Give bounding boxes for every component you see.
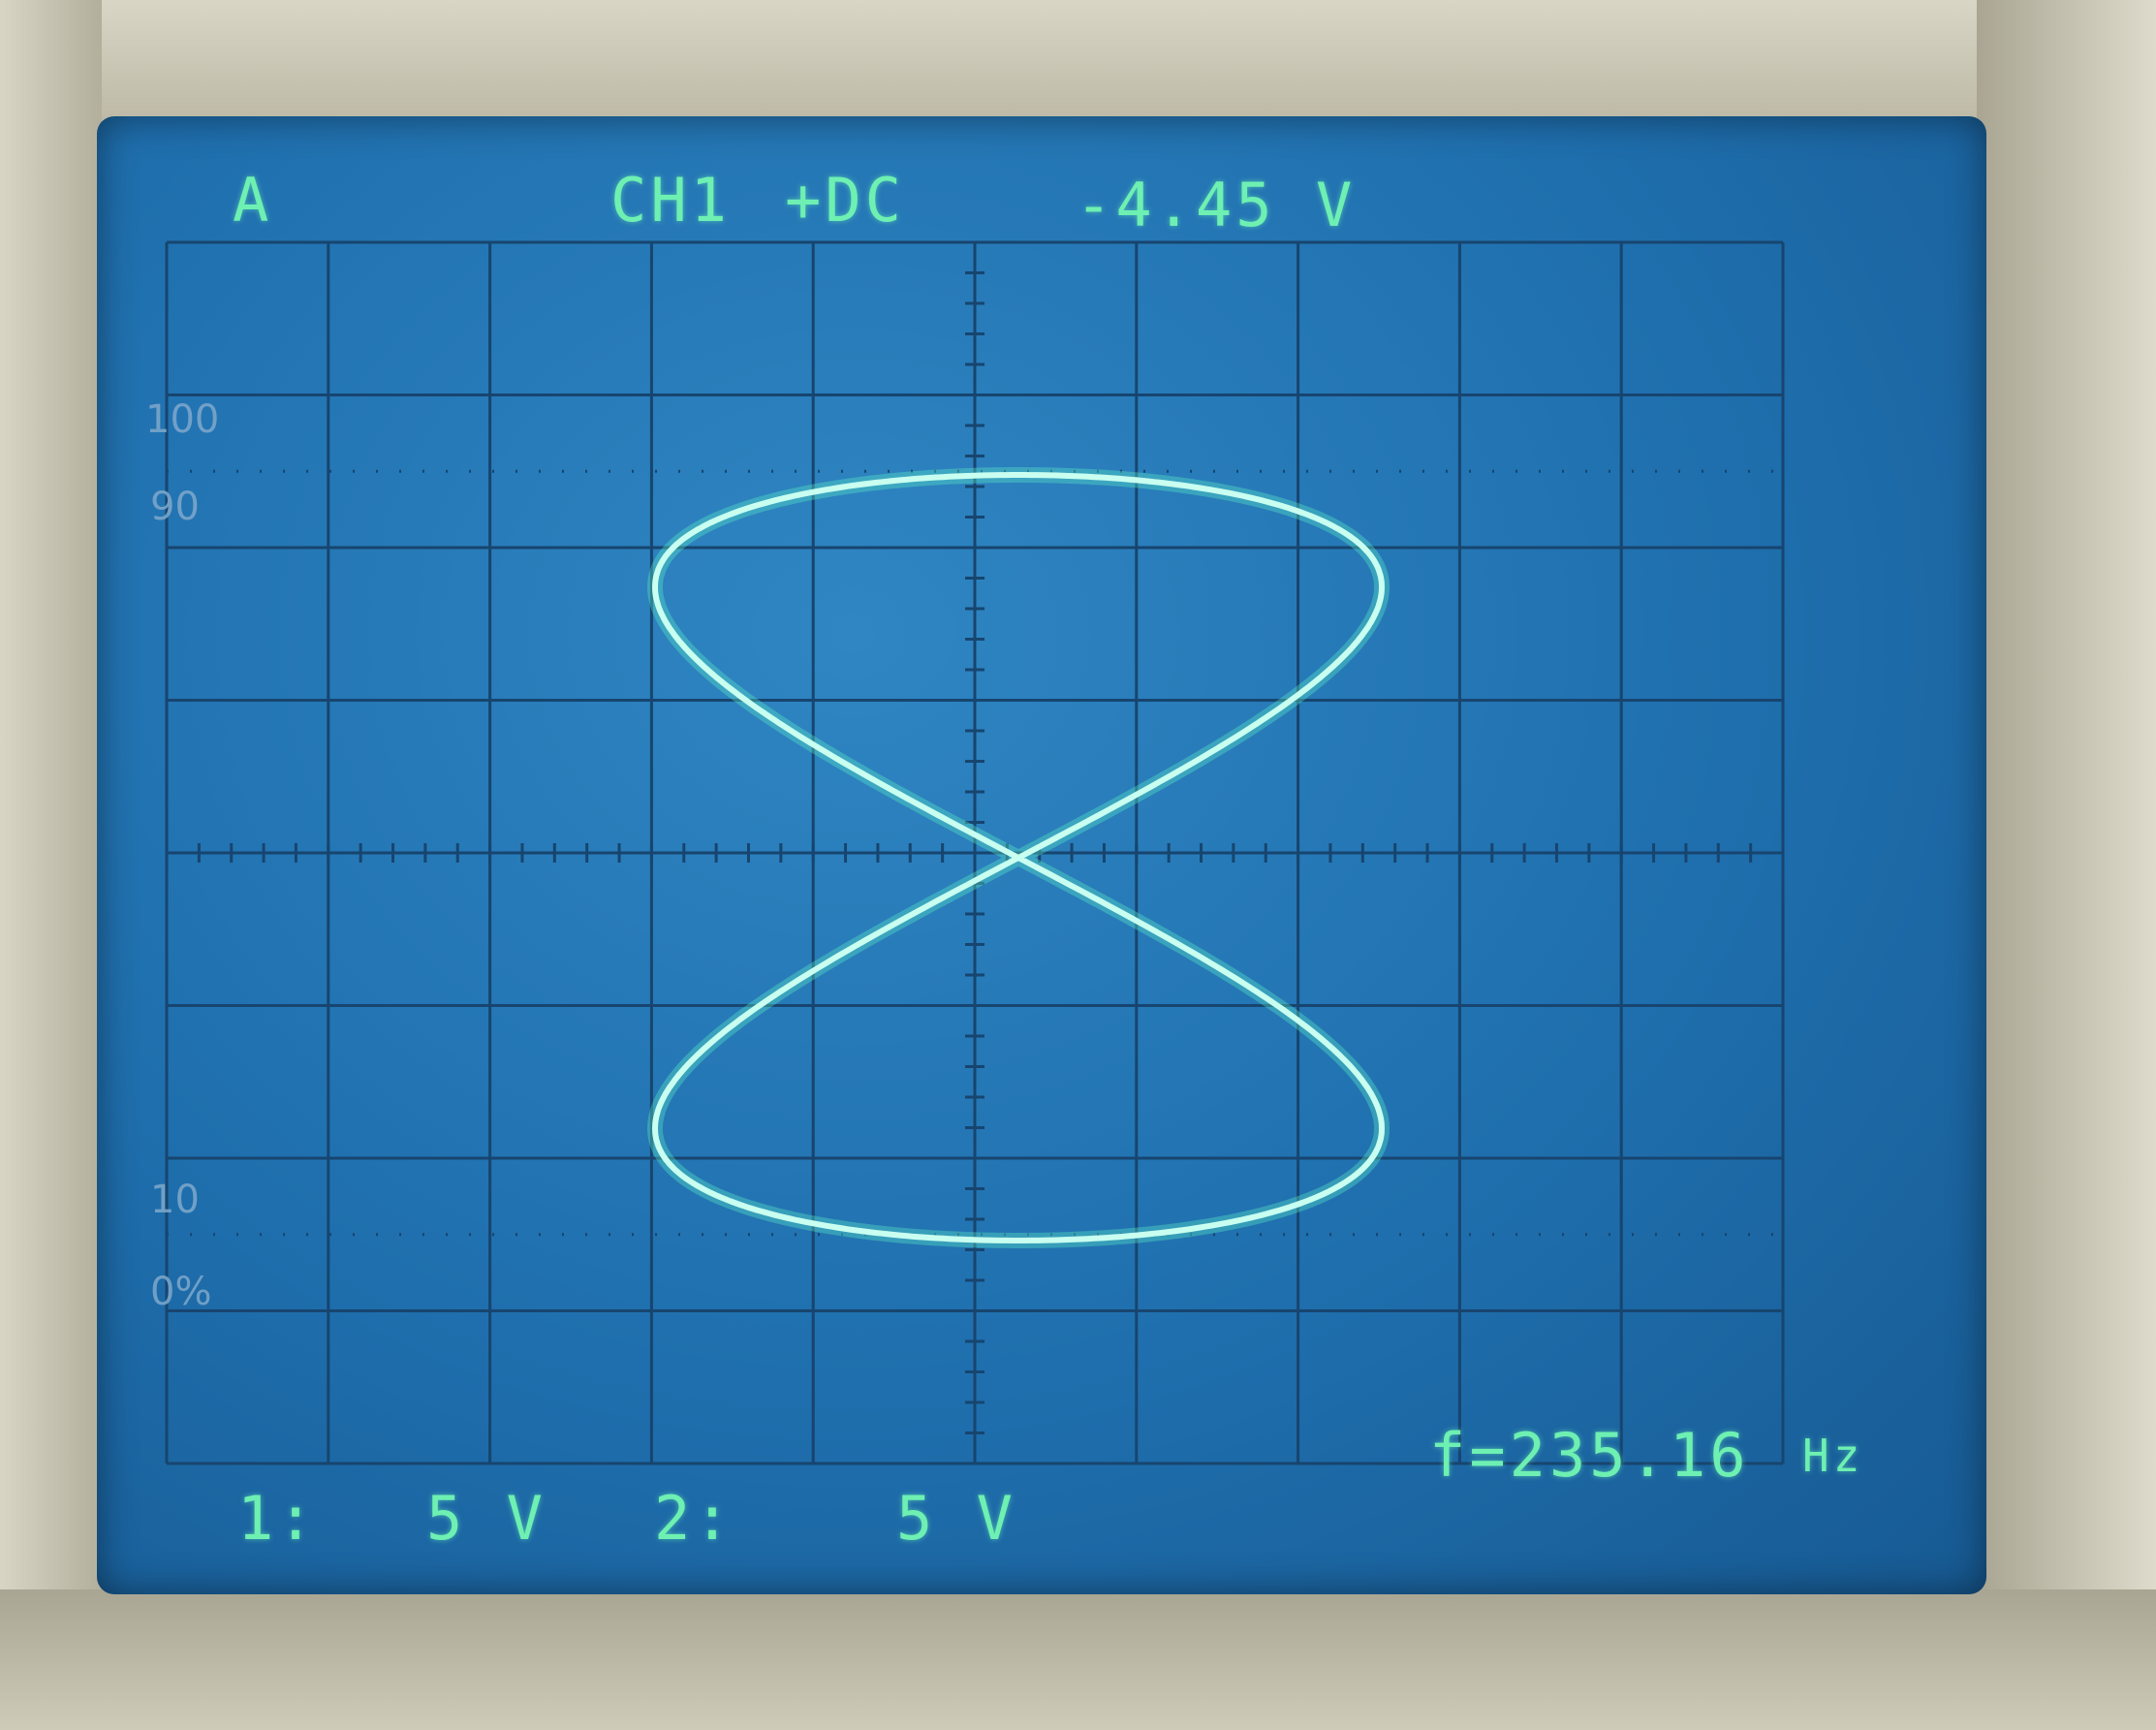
frequency-unit: Hz — [1802, 1430, 1864, 1482]
frequency-readout: f=235.16 — [1429, 1420, 1750, 1491]
graticule-label-90: 90 — [150, 485, 200, 529]
channel-label: CH1 — [610, 165, 731, 236]
oscilloscope-screen: A CH1 +DC -4.45 V 100 90 10 0% f=235.16 … — [97, 116, 1986, 1594]
bezel-left — [0, 0, 102, 1730]
bezel-right — [1977, 0, 2156, 1730]
trace-line — [651, 472, 1386, 1243]
lissajous-trace — [646, 467, 1390, 1248]
graticule-grid — [165, 240, 1785, 1465]
ch1-label: 1: — [237, 1483, 318, 1554]
coupling-label: +DC — [785, 165, 905, 236]
bezel-bottom — [0, 1589, 2156, 1730]
ch1-scale: 5 V — [426, 1483, 547, 1554]
ch2-label: 2: — [654, 1483, 734, 1554]
bezel-top — [0, 0, 2156, 121]
graticule-label-0-percent: 0% — [150, 1270, 212, 1314]
measurement-readout: -4.45 V — [1076, 170, 1357, 240]
ch2-scale: 5 V — [896, 1483, 1016, 1554]
graticule-label-10: 10 — [150, 1178, 200, 1222]
graticule-and-trace — [165, 240, 1785, 1465]
graticule-label-100: 100 — [145, 397, 220, 442]
trigger-mode-label: A — [233, 165, 273, 236]
